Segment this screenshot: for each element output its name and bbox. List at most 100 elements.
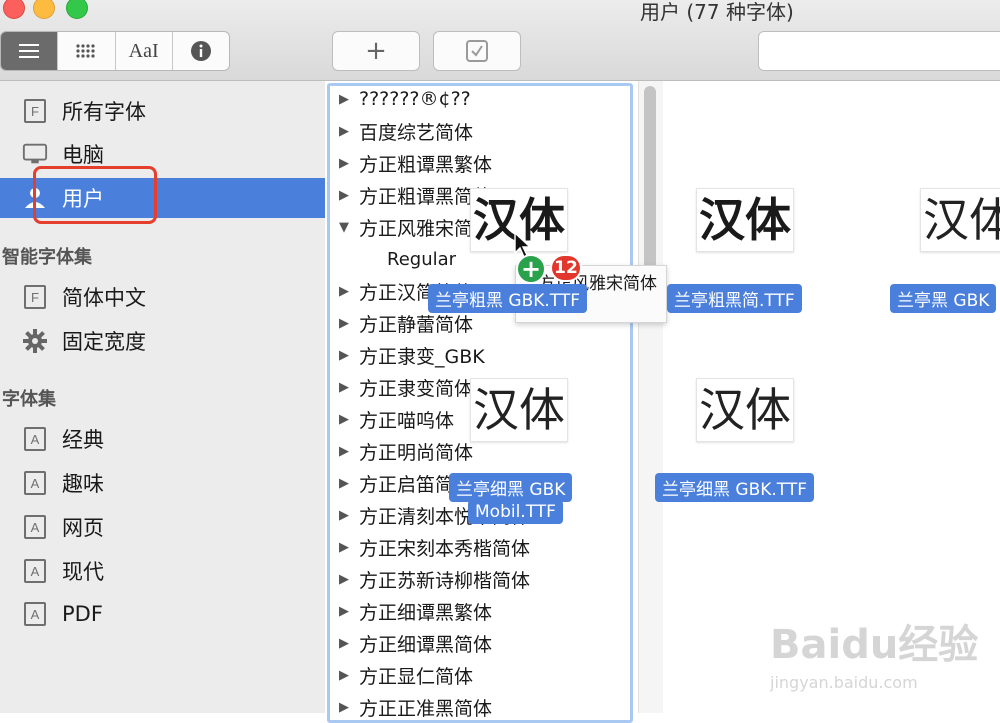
close-window-button[interactable] (3, 0, 25, 19)
font-family-label: 方正细谭黑繁体 (359, 601, 493, 624)
disclosure-triangle-open-icon[interactable]: ▼ (339, 220, 353, 235)
dragged-file-label: 兰亭粗黑简.TTF (667, 284, 802, 313)
disclosure-triangle-icon[interactable]: ▶ (339, 444, 353, 459)
watermark-url: jingyan.baidu.com (770, 673, 918, 692)
disclosure-triangle-icon[interactable]: ▶ (339, 476, 353, 491)
font-family-row[interactable]: ▶ 方正隶变_GBK (339, 339, 485, 371)
disclosure-triangle-icon[interactable]: ▶ (339, 700, 353, 715)
disclosure-triangle-icon[interactable]: ▶ (339, 188, 353, 203)
zoom-window-button[interactable] (66, 0, 88, 19)
collection-icon: A (22, 470, 48, 496)
disclosure-triangle-icon[interactable]: ▶ (339, 380, 353, 395)
sidebar-item-label: 电脑 (62, 143, 104, 167)
sidebar-item-web[interactable]: A 网页 (0, 507, 325, 547)
dragged-file-label: 兰亭细黑 GBK.TTF (655, 473, 815, 502)
collection-icon: A (22, 601, 48, 627)
sidebar-item-fun[interactable]: A 趣味 (0, 463, 325, 503)
sample-view-button[interactable]: AaI (116, 32, 173, 70)
font-family-label: ??????®¢?? (359, 88, 471, 110)
disclosure-triangle-icon[interactable]: ▶ (339, 508, 353, 523)
info-icon (190, 41, 211, 61)
font-file-icon: F (22, 284, 48, 310)
font-family-label: 方正显仁简体 (359, 665, 474, 688)
sidebar-item-label: 趣味 (62, 472, 104, 496)
sidebar-item-all-fonts[interactable]: F 所有字体 (0, 91, 325, 131)
font-family-row[interactable]: ▶ 方正显仁简体 (339, 659, 473, 691)
font-family-label: 方正隶变简体 (359, 377, 474, 400)
smart-collections-header: 智能字体集 (2, 247, 92, 268)
font-family-label: 方正喵呜体 (359, 409, 455, 432)
disclosure-triangle-icon[interactable]: ▶ (339, 668, 353, 683)
copy-plus-icon: + (516, 254, 546, 284)
font-family-label: 方正细谭黑简体 (359, 633, 493, 656)
font-family-row[interactable]: ▶ 方正正准黑简体 (339, 691, 492, 723)
font-family-row[interactable]: ▶ 方正明尚简体 (339, 435, 473, 467)
font-family-row[interactable]: ▶ 方正粗谭黑繁体 (339, 147, 492, 179)
dragged-font-sample: 汉体 (470, 378, 568, 442)
font-family-row[interactable]: ▶ 方正隶变简体 (339, 371, 473, 403)
disclosure-triangle-icon[interactable]: ▶ (339, 92, 353, 107)
add-font-button[interactable]: + (332, 31, 420, 71)
window-title: 用户 (77 种字体) (640, 0, 794, 24)
font-style-row[interactable]: Regular (387, 243, 456, 275)
sidebar-item-label: PDF (62, 602, 103, 626)
list-view-icon (19, 44, 40, 58)
font-family-row[interactable]: ▶ 方正喵呜体 (339, 403, 454, 435)
info-button[interactable] (173, 32, 229, 70)
font-family-label: 方正明尚简体 (359, 441, 474, 464)
dragged-file-label: 兰亭黑 GBK (890, 284, 997, 313)
minimize-window-button[interactable] (33, 0, 55, 19)
enable-font-button[interactable] (433, 31, 521, 71)
font-family-row[interactable]: ▶ 方正细谭黑繁体 (339, 595, 492, 627)
grid-view-button[interactable] (58, 32, 116, 70)
disclosure-triangle-icon[interactable]: ▶ (339, 156, 353, 171)
collection-icon: A (22, 514, 48, 540)
font-family-row[interactable]: ▶ 百度综艺简体 (339, 115, 473, 147)
checkbox-icon (466, 40, 488, 62)
sidebar-item-classic[interactable]: A 经典 (0, 419, 325, 459)
disclosure-triangle-icon[interactable]: ▶ (339, 284, 353, 299)
font-family-label: 百度综艺简体 (359, 121, 474, 144)
disclosure-triangle-icon[interactable]: ▶ (339, 540, 353, 555)
collection-icon: A (22, 426, 48, 452)
list-scrollbar-thumb[interactable] (644, 86, 656, 286)
disclosure-triangle-icon[interactable]: ▶ (339, 604, 353, 619)
annotation-highlight-box (33, 166, 157, 224)
title-bar: 用户 (77 种字体) AaI + (0, 0, 1000, 81)
font-family-row[interactable]: ▶ 方正苏新诗柳楷简体 (339, 563, 530, 595)
dragged-file-label: 兰亭粗黑 GBK.TTF (428, 284, 588, 313)
computer-icon (22, 141, 48, 167)
font-family-row[interactable]: ▶ 方正细谭黑简体 (339, 627, 492, 659)
dragged-file-label: 兰亭细黑 GBK (449, 473, 573, 502)
font-family-label: 方正正准黑简体 (359, 697, 493, 720)
disclosure-triangle-icon[interactable]: ▶ (339, 572, 353, 587)
search-input[interactable] (758, 31, 1000, 71)
disclosure-triangle-icon[interactable]: ▶ (339, 412, 353, 427)
dragged-font-sample: 汉体 (696, 188, 794, 252)
font-file-icon: F (22, 98, 48, 124)
sidebar-item-label: 所有字体 (62, 100, 146, 124)
disclosure-triangle-icon[interactable]: ▶ (339, 316, 353, 331)
disclosure-triangle-icon[interactable]: ▶ (339, 124, 353, 139)
list-view-button[interactable] (1, 32, 59, 70)
collection-icon: A (22, 558, 48, 584)
watermark-brand: Baidu经验 (770, 622, 978, 668)
view-mode-segmented-control: AaI (0, 31, 230, 71)
drag-count-badge: 12 (550, 254, 582, 282)
font-family-row[interactable]: ▶ 方正宋刻本秀楷简体 (339, 531, 530, 563)
sidebar-item-modern[interactable]: A 现代 (0, 551, 325, 591)
font-family-row[interactable]: ▶ ??????®¢?? (339, 83, 471, 115)
font-family-label: 方正静蕾简体 (359, 313, 474, 336)
sidebar-item-pdf[interactable]: A PDF (0, 594, 325, 634)
baidu-watermark-logo: Baidu经验 jingyan.baidu.com (770, 622, 978, 692)
collections-header: 字体集 (2, 389, 56, 410)
font-family-label: 方正苏新诗柳楷简体 (359, 569, 531, 592)
font-family-label: 方正隶变_GBK (359, 345, 485, 368)
sidebar-item-fixed-width[interactable]: 固定宽度 (0, 321, 325, 361)
sidebar-item-label: 网页 (62, 516, 104, 540)
disclosure-triangle-icon[interactable]: ▶ (339, 348, 353, 363)
disclosure-triangle-icon[interactable]: ▶ (339, 636, 353, 651)
sidebar-item-simplified-chinese[interactable]: F 简体中文 (0, 277, 325, 317)
grid-view-icon (76, 44, 95, 58)
gear-icon (22, 328, 48, 354)
